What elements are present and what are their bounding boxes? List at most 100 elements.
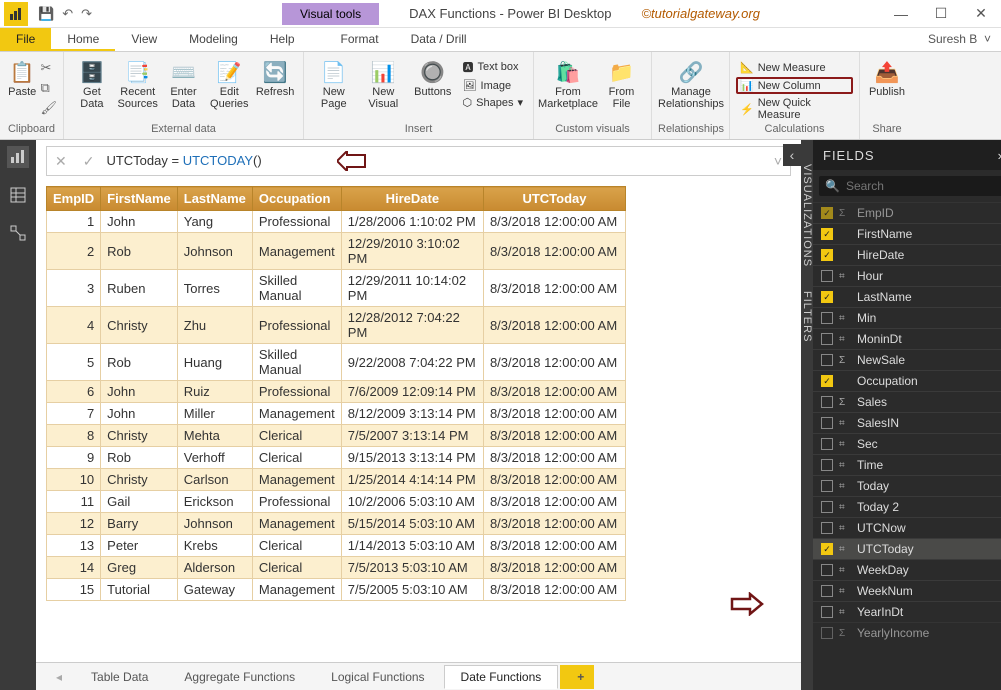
- formula-bar[interactable]: ✕ ✓ UTCToday = UTCTODAY() ˅: [46, 146, 791, 176]
- field-checkbox[interactable]: [821, 459, 833, 471]
- field-checkbox[interactable]: ✓: [821, 228, 833, 240]
- new-visual-button[interactable]: 📊New Visual: [360, 54, 408, 110]
- field-checkbox[interactable]: [821, 627, 833, 639]
- visualizations-pane-collapsed[interactable]: VISUALIZATIONS: [801, 164, 813, 267]
- field-item[interactable]: ✓HireDate: [813, 244, 1001, 265]
- column-header[interactable]: EmpID: [47, 187, 101, 211]
- table-row[interactable]: 7JohnMillerManagement8/12/2009 3:13:14 P…: [47, 403, 626, 425]
- field-checkbox[interactable]: [821, 417, 833, 429]
- new-column-button[interactable]: 📊 New Column: [736, 77, 853, 94]
- text-box-button[interactable]: 🅰 Text box: [459, 58, 527, 76]
- enter-data-button[interactable]: ⌨️Enter Data: [162, 54, 206, 110]
- collapse-panels-icon[interactable]: ‹: [783, 144, 801, 166]
- field-checkbox[interactable]: [821, 354, 833, 366]
- maximize-button[interactable]: ☐: [921, 0, 961, 28]
- get-data-button[interactable]: 🗄️Get Data: [70, 54, 114, 110]
- tab-data-drill[interactable]: Data / Drill: [395, 28, 483, 51]
- field-checkbox[interactable]: [821, 585, 833, 597]
- page-tab[interactable]: Aggregate Functions: [167, 665, 312, 689]
- field-checkbox[interactable]: [821, 606, 833, 618]
- field-item[interactable]: ⌗SalesIN: [813, 412, 1001, 433]
- fields-expand-icon[interactable]: ›: [998, 148, 1001, 163]
- publish-button[interactable]: 📤Publish: [866, 54, 908, 98]
- data-view-button[interactable]: [7, 184, 29, 206]
- edit-queries-button[interactable]: 📝Edit Queries: [207, 54, 251, 110]
- table-row[interactable]: 8ChristyMehtaClerical7/5/2007 3:13:14 PM…: [47, 425, 626, 447]
- field-checkbox[interactable]: ✓: [821, 375, 833, 387]
- model-view-button[interactable]: [7, 222, 29, 244]
- field-item[interactable]: ⌗YearInDt: [813, 601, 1001, 622]
- new-measure-button[interactable]: 📐 New Measure: [736, 60, 853, 75]
- image-button[interactable]: 🖼 Image: [459, 78, 527, 93]
- from-marketplace-button[interactable]: 🛍️From Marketplace: [540, 54, 596, 110]
- table-row[interactable]: 10ChristyCarlsonManagement1/25/2014 4:14…: [47, 469, 626, 491]
- refresh-button[interactable]: 🔄Refresh: [253, 54, 297, 98]
- field-item[interactable]: ⌗Time: [813, 454, 1001, 475]
- field-item[interactable]: ⌗WeekNum: [813, 580, 1001, 601]
- table-row[interactable]: 1JohnYangProfessional1/28/2006 1:10:02 P…: [47, 211, 626, 233]
- table-row[interactable]: 3RubenTorresSkilled Manual12/29/2011 10:…: [47, 270, 626, 307]
- filters-pane-collapsed[interactable]: FILTERS: [801, 291, 813, 342]
- table-row[interactable]: 13PeterKrebsClerical1/14/2013 5:03:10 AM…: [47, 535, 626, 557]
- fields-search[interactable]: 🔍: [819, 176, 1001, 196]
- field-item[interactable]: ⌗Min: [813, 307, 1001, 328]
- field-checkbox[interactable]: [821, 564, 833, 576]
- tab-modeling[interactable]: Modeling: [173, 28, 254, 51]
- column-header[interactable]: HireDate: [341, 187, 483, 211]
- field-item[interactable]: ✓FirstName: [813, 223, 1001, 244]
- field-item[interactable]: ✓⌗UTCToday: [813, 538, 1001, 559]
- field-checkbox[interactable]: [821, 501, 833, 513]
- table-row[interactable]: 4ChristyZhuProfessional12/28/2012 7:04:2…: [47, 307, 626, 344]
- field-checkbox[interactable]: ✓: [821, 291, 833, 303]
- field-item[interactable]: ✓LastName: [813, 286, 1001, 307]
- column-header[interactable]: LastName: [177, 187, 252, 211]
- file-tab[interactable]: File: [0, 28, 51, 51]
- formula-cancel-icon[interactable]: ✕: [47, 153, 75, 170]
- paste-button[interactable]: 📋Paste: [6, 54, 38, 98]
- column-header[interactable]: UTCToday: [483, 187, 625, 211]
- from-file-button[interactable]: 📁From File: [598, 54, 645, 110]
- field-item[interactable]: ⌗UTCNow: [813, 517, 1001, 538]
- table-row[interactable]: 12BarryJohnsonManagement5/15/2014 5:03:1…: [47, 513, 626, 535]
- table-row[interactable]: 11GailEricksonProfessional10/2/2006 5:03…: [47, 491, 626, 513]
- table-row[interactable]: 5RobHuangSkilled Manual9/22/2008 7:04:22…: [47, 344, 626, 381]
- field-checkbox[interactable]: [821, 438, 833, 450]
- tab-help[interactable]: Help: [254, 28, 311, 51]
- minimize-button[interactable]: —: [881, 0, 921, 28]
- field-checkbox[interactable]: [821, 333, 833, 345]
- column-header[interactable]: Occupation: [252, 187, 341, 211]
- field-item[interactable]: ΣNewSale: [813, 349, 1001, 370]
- field-item[interactable]: ✓Occupation: [813, 370, 1001, 391]
- signed-in-user[interactable]: Suresh B ˅: [918, 28, 1001, 51]
- table-row[interactable]: 15TutorialGatewayManagement7/5/2005 5:03…: [47, 579, 626, 601]
- tab-home[interactable]: Home: [51, 28, 115, 51]
- table-row[interactable]: 2RobJohnsonManagement12/29/2010 3:10:02 …: [47, 233, 626, 270]
- new-page-button[interactable]: 📄New Page: [310, 54, 358, 110]
- field-item[interactable]: ΣSales: [813, 391, 1001, 412]
- table-row[interactable]: 6JohnRuizProfessional7/6/2009 12:09:14 P…: [47, 381, 626, 403]
- manage-relationships-button[interactable]: 🔗Manage Relationships: [658, 54, 724, 110]
- field-checkbox[interactable]: [821, 312, 833, 324]
- field-item[interactable]: ✓ΣEmpID: [813, 202, 1001, 223]
- field-item[interactable]: ⌗Sec: [813, 433, 1001, 454]
- data-table-visual[interactable]: EmpIDFirstNameLastNameOccupationHireDate…: [46, 186, 791, 654]
- report-view-button[interactable]: [7, 146, 29, 168]
- tab-view[interactable]: View: [115, 28, 173, 51]
- field-item[interactable]: ⌗Today: [813, 475, 1001, 496]
- field-checkbox[interactable]: [821, 522, 833, 534]
- formula-commit-icon[interactable]: ✓: [75, 153, 103, 170]
- fields-search-input[interactable]: [846, 179, 1001, 193]
- undo-icon[interactable]: ↶: [62, 6, 73, 22]
- field-item[interactable]: ΣYearlyIncome: [813, 622, 1001, 643]
- shapes-button[interactable]: ⬡ Shapes ▾: [459, 95, 527, 110]
- table-row[interactable]: 14GregAldersonClerical7/5/2013 5:03:10 A…: [47, 557, 626, 579]
- field-item[interactable]: ⌗WeekDay: [813, 559, 1001, 580]
- page-tab[interactable]: Date Functions: [444, 665, 559, 689]
- field-checkbox[interactable]: [821, 480, 833, 492]
- formula-text[interactable]: UTCToday = UTCTODAY(): [102, 153, 765, 169]
- buttons-button[interactable]: 🔘Buttons: [409, 54, 457, 98]
- table-row[interactable]: 9RobVerhoffClerical9/15/2013 3:13:14 PM8…: [47, 447, 626, 469]
- field-item[interactable]: ⌗Hour: [813, 265, 1001, 286]
- page-prev-icon[interactable]: ◂: [56, 670, 62, 684]
- field-item[interactable]: ⌗Today 2: [813, 496, 1001, 517]
